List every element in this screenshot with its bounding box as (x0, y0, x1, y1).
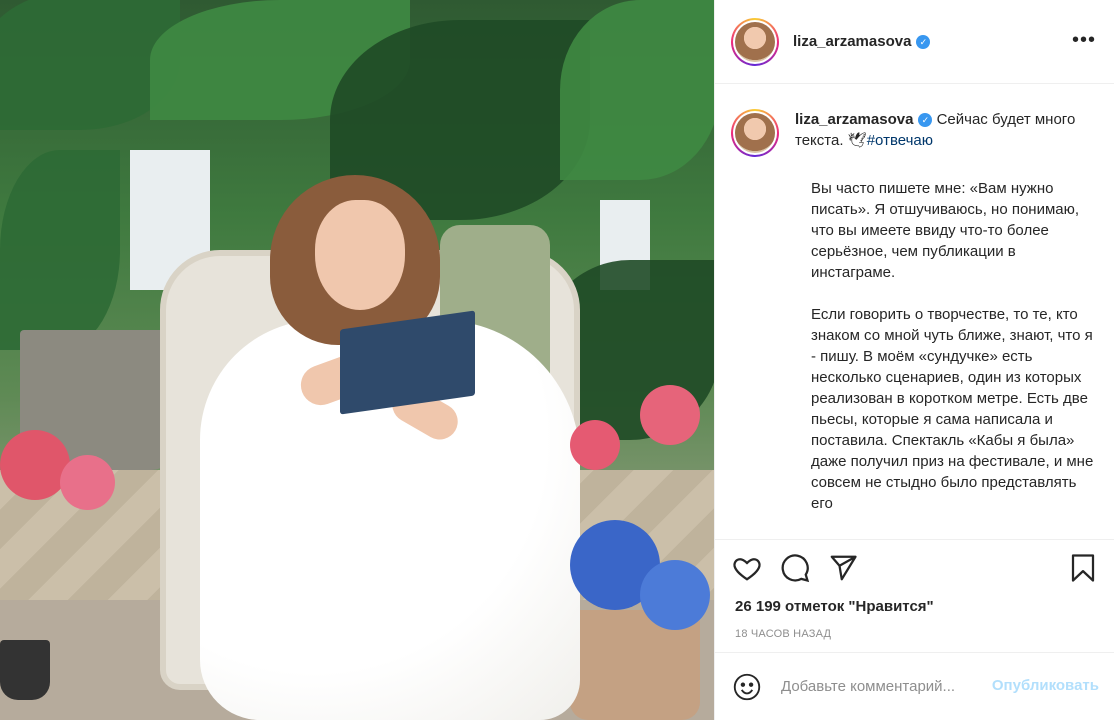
comment-form: Опубликовать (715, 652, 1114, 720)
photo-flower (570, 420, 620, 470)
photo-leaf (0, 150, 120, 350)
photo-flower (640, 385, 700, 445)
avatar-image (735, 21, 775, 62)
photo-flower (0, 430, 70, 500)
caption-paragraph: Если говорить о творчестве, то те, кто з… (811, 306, 1094, 512)
post-panel: liza_arzamasova ✓ ••• liza_arzamasova ✓ С… (714, 0, 1114, 720)
caption-text: liza_arzamasova ✓ Сейчас будет много текс… (795, 109, 1085, 151)
photo-flower (640, 560, 710, 630)
caption-area: liza_arzamasova ✓ Сейчас будет много текс… (715, 85, 1114, 539)
author-username[interactable]: liza_arzamasova (793, 33, 911, 50)
action-bar (715, 540, 1114, 596)
share-icon[interactable] (827, 552, 859, 584)
publish-button[interactable]: Опубликовать (992, 677, 1099, 694)
avatar-image (735, 113, 775, 153)
author-avatar[interactable] (731, 17, 779, 66)
caption-body: Вы часто пишете мне: «Вам нужно писать».… (811, 178, 1101, 514)
likes-count[interactable]: 26 199 отметок "Нравится" (715, 596, 1114, 618)
caption-row: liza_arzamasova ✓ Сейчас будет много текс… (731, 109, 1099, 157)
smiley-icon[interactable] (731, 671, 763, 703)
post-timestamp[interactable]: 18 ЧАСОВ НАЗАД (715, 628, 1114, 640)
post-image[interactable] (0, 0, 714, 720)
photo-pot (0, 640, 50, 700)
more-options-icon[interactable]: ••• (1072, 30, 1096, 50)
verified-badge-icon: ✓ (918, 113, 933, 127)
bookmark-icon[interactable] (1067, 552, 1099, 584)
heart-icon[interactable] (731, 552, 763, 584)
dove-emoji: 🕊 (847, 132, 867, 149)
caption-username[interactable]: liza_arzamasova (795, 111, 913, 128)
verified-badge-icon: ✓ (916, 34, 931, 49)
caption-avatar[interactable] (731, 109, 779, 157)
comment-input[interactable] (781, 678, 981, 695)
comment-icon[interactable] (779, 552, 811, 584)
caption-paragraph: Вы часто пишете мне: «Вам нужно писать».… (811, 180, 1080, 281)
photo-flower (60, 455, 115, 510)
hashtag-link[interactable]: #отвечаю (867, 132, 933, 149)
photo-leaf (560, 0, 714, 180)
post-header: liza_arzamasova ✓ ••• (715, 0, 1114, 84)
photo-face (315, 200, 405, 310)
actions-area: 26 199 отметок "Нравится" 18 ЧАСОВ НАЗАД (715, 539, 1114, 640)
